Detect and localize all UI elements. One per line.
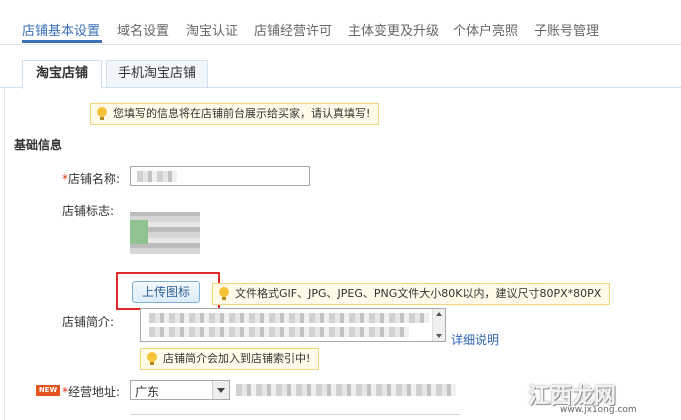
province-select[interactable]: 广东: [130, 380, 230, 400]
nav-tab-entity-change[interactable]: 主体变更及升级: [348, 20, 439, 39]
nav-tab-business-license[interactable]: 店铺经营许可: [254, 20, 332, 39]
nav-tab-store-basic-settings[interactable]: 店铺基本设置: [22, 20, 100, 39]
blurred-value: [137, 171, 177, 182]
panel-border: [4, 88, 5, 420]
logo-format-hint: 文件格式GIF、JPG、JPEG、PNG文件大小80K以内，建议尺寸80PX*8…: [212, 283, 611, 305]
nav-tab-subaccount-management[interactable]: 子账号管理: [534, 20, 599, 39]
blurred-intro-line: [149, 327, 409, 337]
scroll-up-icon[interactable]: [436, 312, 442, 316]
lightbulb-icon: [147, 352, 157, 366]
notice-banner: 您填写的信息将在店铺前台展示给买家，请认真填写!: [90, 103, 380, 125]
store-name-label: *店铺名称:: [62, 172, 121, 186]
store-logo-label: 店铺标志:: [62, 204, 115, 218]
divider: [130, 414, 460, 415]
section-title: 基础信息: [14, 138, 63, 152]
new-badge: NEW: [36, 385, 60, 396]
lightbulb-icon: [219, 287, 229, 301]
notice-text: 您填写的信息将在店铺前台展示给买家，请认真填写!: [113, 107, 371, 120]
lightbulb-icon: [97, 107, 107, 121]
intro-index-hint: 店铺简介会加入到店铺索引中!: [140, 348, 320, 370]
store-intro-label: 店铺简介:: [62, 315, 115, 329]
store-intro-textarea[interactable]: [140, 308, 446, 342]
blurred-address: [236, 384, 456, 396]
top-nav: 店铺基本设置 域名设置 淘宝认证 店铺经营许可 主体变更及升级 个体户亮照 子账…: [0, 0, 681, 45]
nav-tab-domain-settings[interactable]: 域名设置: [117, 20, 169, 39]
chevron-down-icon[interactable]: [212, 381, 229, 399]
store-name-input[interactable]: [130, 166, 310, 186]
address-label: *经营地址:: [62, 385, 121, 399]
active-tab-underline: [22, 40, 102, 43]
sub-tabs: 淘宝店铺 手机淘宝店铺: [0, 54, 681, 89]
subtab-mobile-taobao-store[interactable]: 手机淘宝店铺: [106, 60, 208, 87]
province-value: 广东: [135, 385, 160, 399]
upload-icon-button[interactable]: 上传图标: [132, 281, 200, 303]
nav-tab-individual-license[interactable]: 个体户亮照: [453, 20, 518, 39]
nav-tab-taobao-certification[interactable]: 淘宝认证: [186, 20, 238, 39]
detail-link[interactable]: 详细说明: [451, 331, 499, 348]
textarea-scrollbar[interactable]: [432, 309, 445, 341]
watermark-url: www.jx1ong.com: [560, 405, 637, 415]
scroll-down-icon[interactable]: [436, 334, 442, 338]
blurred-intro-line: [149, 313, 429, 323]
store-logo-image: [130, 212, 200, 254]
subtab-taobao-store[interactable]: 淘宝店铺: [22, 60, 102, 89]
